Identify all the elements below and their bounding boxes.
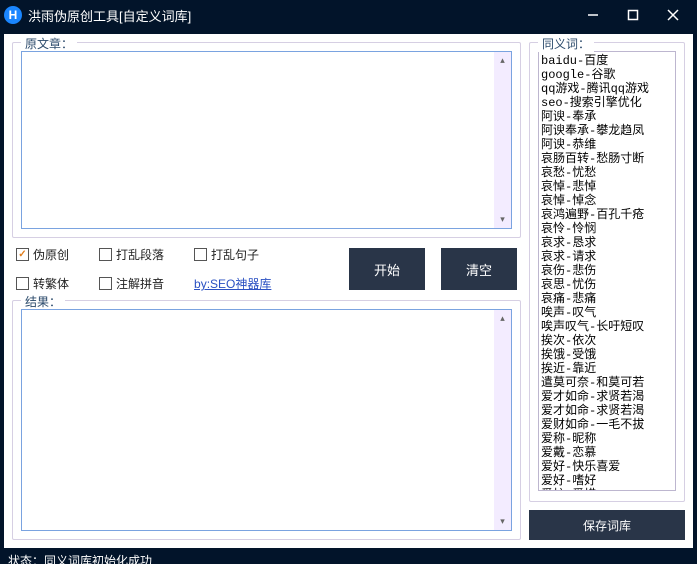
start-button[interactable]: 开始 (349, 248, 425, 290)
synonym-legend: 同义词： (538, 35, 594, 52)
shuffle-paragraph-label: 打乱段落 (116, 246, 164, 263)
clear-button[interactable]: 清空 (441, 248, 517, 290)
checkbox-icon (99, 277, 112, 290)
window-title: 洪雨伪原创工具[自定义词库] (28, 6, 573, 25)
shuffle-sentence-label: 打乱句子 (211, 246, 259, 263)
checkbox-icon (194, 248, 207, 261)
pinyin-label: 注解拼音 (116, 275, 164, 292)
scroll-up-icon[interactable]: ▴ (494, 52, 511, 69)
traditional-label: 转繁体 (33, 275, 69, 292)
status-text: 状态：同义词库初始化成功 (8, 552, 152, 569)
result-fieldset: 结果： ▴ ▾ (12, 300, 521, 540)
scroll-up-icon[interactable]: ▴ (494, 310, 511, 327)
checkbox-icon (16, 248, 29, 261)
synonym-fieldset: 同义词： baidu-百度 google-谷歌 qq游戏-腾讯qq游戏 seo-… (529, 42, 685, 502)
scrollbar[interactable]: ▴ ▾ (494, 310, 511, 530)
maximize-button[interactable] (613, 0, 653, 30)
shuffle-sentence-checkbox[interactable]: 打乱句子 (194, 246, 259, 263)
save-dictionary-button[interactable]: 保存词库 (529, 510, 685, 540)
checkbox-icon (16, 277, 29, 290)
status-bar: 状态：同义词库初始化成功 (0, 552, 697, 569)
scroll-down-icon[interactable]: ▾ (494, 211, 511, 228)
result-textarea[interactable] (21, 309, 512, 531)
pinyin-checkbox[interactable]: 注解拼音 (99, 275, 164, 292)
traditional-checkbox[interactable]: 转繁体 (16, 275, 69, 292)
source-textarea[interactable] (21, 51, 512, 229)
minimize-button[interactable] (573, 0, 613, 30)
scrollbar[interactable]: ▴ ▾ (494, 52, 511, 228)
options-area: 伪原创 打乱段落 打乱句子 转繁体 注解拼音 by:SEO神器库 开始 清空 (12, 246, 521, 292)
fake-original-label: 伪原创 (33, 246, 69, 263)
titlebar: H 洪雨伪原创工具[自定义词库] (0, 0, 697, 30)
close-button[interactable] (653, 0, 693, 30)
source-fieldset: 原文章： ▴ ▾ (12, 42, 521, 238)
source-legend: 原文章： (21, 35, 77, 52)
scroll-down-icon[interactable]: ▾ (494, 513, 511, 530)
result-legend: 结果： (21, 293, 65, 310)
checkbox-icon (99, 248, 112, 261)
synonym-list[interactable]: baidu-百度 google-谷歌 qq游戏-腾讯qq游戏 seo-搜索引擎优… (538, 51, 676, 491)
fake-original-checkbox[interactable]: 伪原创 (16, 246, 69, 263)
shuffle-paragraph-checkbox[interactable]: 打乱段落 (99, 246, 164, 263)
attribution-link[interactable]: by:SEO神器库 (194, 275, 271, 292)
app-logo-icon: H (4, 6, 22, 24)
